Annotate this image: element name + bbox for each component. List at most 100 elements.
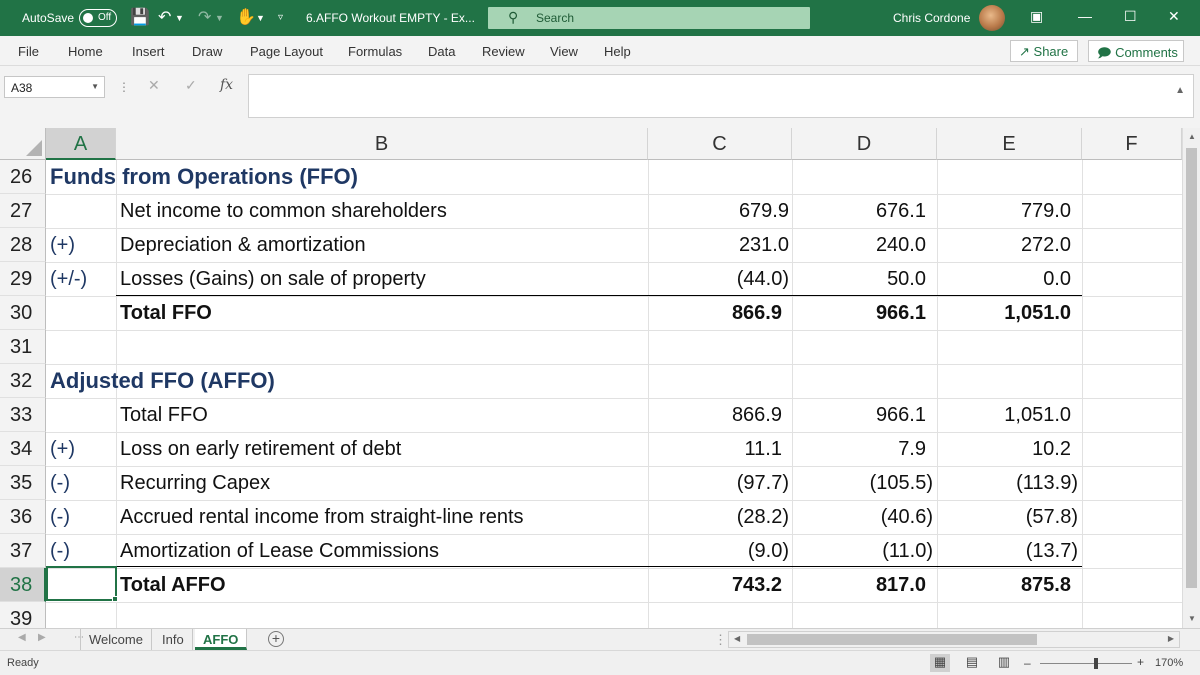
tab-home[interactable]: Home — [68, 44, 103, 59]
line-item-label[interactable]: Losses (Gains) on sale of property — [120, 262, 426, 296]
sheet-tab-welcome[interactable]: Welcome — [80, 629, 152, 650]
tab-insert[interactable]: Insert — [132, 44, 165, 59]
value-cell[interactable]: 7.9 — [792, 432, 926, 466]
line-item-label[interactable]: Accrued rental income from straight-line… — [120, 500, 524, 534]
zoom-out-icon[interactable]: – — [1024, 656, 1031, 670]
section-title-ffo[interactable]: Funds from Operations (FFO) — [50, 160, 358, 194]
collapse-formula-bar-icon[interactable]: ▲ — [1175, 85, 1185, 96]
total-value-cell[interactable]: 743.2 — [648, 568, 782, 602]
active-cell-selection[interactable] — [46, 566, 117, 601]
scroll-thumb[interactable] — [747, 634, 1037, 645]
tab-file[interactable]: File — [18, 44, 39, 59]
total-label[interactable]: Total AFFO — [120, 568, 226, 602]
scroll-left-icon[interactable]: ◀ — [734, 634, 740, 643]
line-item-label[interactable]: Loss on early retirement of debt — [120, 432, 401, 466]
ribbon-display-options-icon[interactable]: ▣ — [1030, 8, 1043, 25]
scroll-down-icon[interactable]: ▼ — [1188, 614, 1196, 623]
row-header[interactable]: 29 — [0, 262, 46, 296]
value-cell[interactable]: (97.7) — [648, 466, 789, 500]
undo-icon[interactable]: ↶ — [158, 7, 171, 27]
line-item-label[interactable]: Amortization of Lease Commissions — [120, 534, 439, 568]
line-item-label[interactable]: Recurring Capex — [120, 466, 270, 500]
value-cell[interactable]: (9.0) — [648, 534, 789, 568]
sheet-tab-affo[interactable]: AFFO — [195, 629, 248, 650]
row-header[interactable]: 39 — [0, 602, 46, 628]
tab-view[interactable]: View — [550, 44, 578, 59]
sign-cell[interactable]: (-) — [50, 534, 70, 568]
value-cell[interactable]: 10.2 — [937, 432, 1071, 466]
total-value-cell[interactable]: 1,051.0 — [937, 296, 1071, 330]
add-sheet-icon[interactable]: + — [268, 631, 284, 647]
value-cell[interactable]: 679.9 — [648, 194, 789, 228]
value-cell[interactable]: 240.0 — [792, 228, 926, 262]
vertical-scrollbar[interactable]: ▲ ▼ — [1182, 128, 1200, 628]
row-header[interactable]: 31 — [0, 330, 46, 364]
value-cell[interactable]: 966.1 — [792, 398, 926, 432]
value-cell[interactable]: 272.0 — [937, 228, 1071, 262]
redo-dropdown-icon[interactable]: ▼ — [215, 13, 224, 23]
redo-icon[interactable]: ↷ — [198, 7, 211, 27]
column-header-c[interactable]: C — [648, 128, 792, 160]
comments-button[interactable]: 🗩 Comments — [1088, 40, 1184, 62]
save-icon[interactable]: 💾 — [130, 7, 150, 27]
avatar[interactable] — [979, 5, 1005, 31]
total-value-cell[interactable]: 817.0 — [792, 568, 926, 602]
value-cell[interactable]: 866.9 — [648, 398, 782, 432]
zoom-slider[interactable] — [1040, 663, 1132, 664]
total-value-cell[interactable]: 875.8 — [937, 568, 1071, 602]
value-cell[interactable]: (28.2) — [648, 500, 789, 534]
share-button[interactable]: ↗ Share — [1010, 40, 1078, 62]
scroll-thumb[interactable] — [1186, 148, 1197, 588]
row-header[interactable]: 36 — [0, 500, 46, 534]
total-value-cell[interactable]: 866.9 — [648, 296, 782, 330]
row-header[interactable]: 30 — [0, 296, 46, 330]
value-cell[interactable]: (57.8) — [937, 500, 1078, 534]
column-header-f[interactable]: F — [1082, 128, 1182, 160]
sign-cell[interactable]: (-) — [50, 500, 70, 534]
tab-data[interactable]: Data — [428, 44, 455, 59]
zoom-in-icon[interactable]: + — [1137, 655, 1144, 669]
value-cell[interactable]: (13.7) — [937, 534, 1078, 568]
horizontal-scrollbar[interactable]: ◀ ▶ — [728, 631, 1180, 648]
page-break-view-icon[interactable]: ▥ — [994, 654, 1014, 672]
tab-formulas[interactable]: Formulas — [348, 44, 402, 59]
row-header[interactable]: 28 — [0, 228, 46, 262]
total-value-cell[interactable]: 966.1 — [792, 296, 926, 330]
value-cell[interactable]: 676.1 — [792, 194, 926, 228]
value-cell[interactable]: 0.0 — [937, 262, 1071, 296]
value-cell[interactable]: 231.0 — [648, 228, 789, 262]
close-icon[interactable]: ✕ — [1168, 8, 1180, 25]
user-name[interactable]: Chris Cordone — [893, 11, 970, 25]
value-cell[interactable]: (40.6) — [792, 500, 933, 534]
tab-page-layout[interactable]: Page Layout — [250, 44, 323, 59]
value-cell[interactable]: 1,051.0 — [937, 398, 1071, 432]
line-item-label[interactable]: Net income to common shareholders — [120, 194, 447, 228]
sign-cell[interactable]: (+/-) — [50, 262, 87, 296]
column-header-e[interactable]: E — [937, 128, 1082, 160]
row-header[interactable]: 35 — [0, 466, 46, 500]
formula-input[interactable]: ▲ — [248, 74, 1194, 118]
row-header[interactable]: 33 — [0, 398, 46, 432]
value-cell[interactable]: (44.0) — [648, 262, 789, 296]
worksheet-grid[interactable]: A B C D E F 26 Funds from Operations (FF… — [0, 128, 1182, 628]
sign-cell[interactable]: (+) — [50, 432, 75, 466]
select-all-corner[interactable] — [0, 128, 46, 160]
value-cell[interactable]: (105.5) — [792, 466, 933, 500]
customize-qat-icon[interactable]: ▿ — [278, 12, 283, 23]
value-cell[interactable]: 11.1 — [648, 432, 782, 466]
row-header[interactable]: 34 — [0, 432, 46, 466]
scroll-up-icon[interactable]: ▲ — [1188, 132, 1196, 141]
normal-view-icon[interactable]: ▦ — [930, 654, 950, 672]
row-header[interactable]: 26 — [0, 160, 46, 194]
tab-split-handle-icon[interactable]: ⋮ — [714, 632, 727, 648]
scroll-right-icon[interactable]: ▶ — [1168, 634, 1174, 643]
value-cell[interactable]: 779.0 — [937, 194, 1071, 228]
value-cell[interactable]: (113.9) — [937, 466, 1078, 500]
line-item-label[interactable]: Total FFO — [120, 398, 208, 432]
zoom-slider-handle[interactable] — [1094, 658, 1098, 669]
cancel-icon[interactable]: ✕ — [148, 77, 160, 94]
tab-draw[interactable]: Draw — [192, 44, 222, 59]
tab-help[interactable]: Help — [604, 44, 631, 59]
maximize-icon[interactable]: ☐ — [1124, 8, 1137, 25]
undo-dropdown-icon[interactable]: ▼ — [175, 13, 184, 23]
